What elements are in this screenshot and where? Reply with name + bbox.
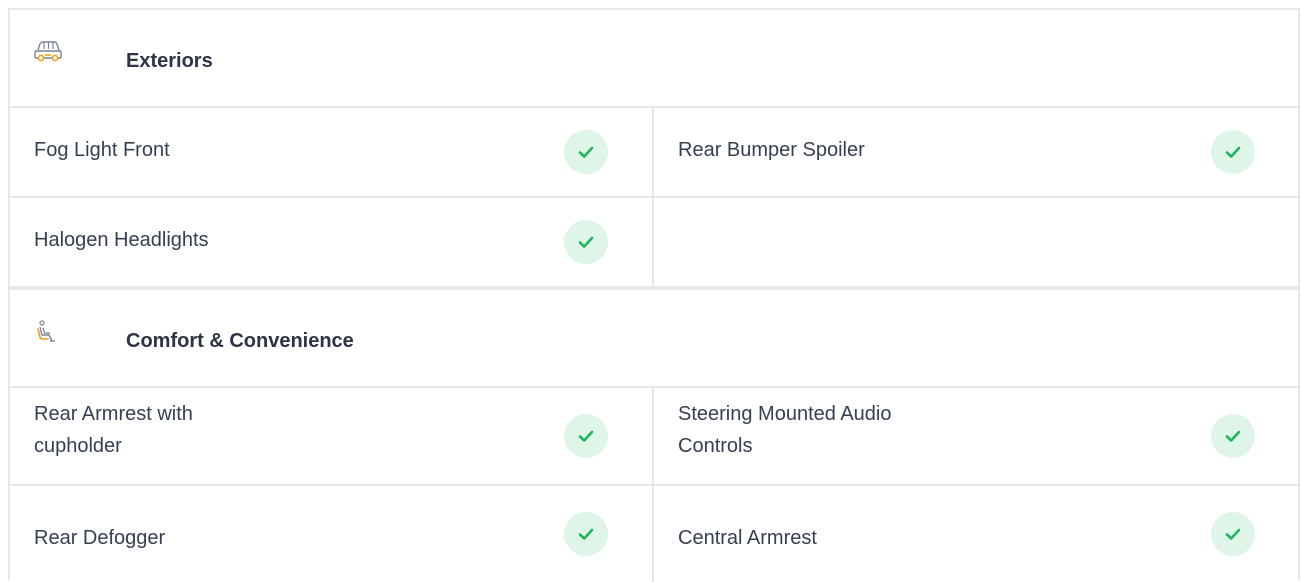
feature-label: Rear Armrest with cupholder xyxy=(34,403,193,457)
check-icon xyxy=(1211,414,1255,458)
check-icon xyxy=(564,512,608,556)
feature-item: Rear Armrest with cupholder xyxy=(10,388,652,484)
section-title: Comfort & Convenience xyxy=(126,330,354,352)
check-icon xyxy=(1211,130,1255,174)
car-seat-icon xyxy=(34,320,62,344)
column-divider xyxy=(652,386,654,582)
feature-item: Fog Light Front xyxy=(10,108,652,196)
check-icon xyxy=(564,414,608,458)
feature-item: Halogen Headlights xyxy=(10,198,652,286)
check-icon xyxy=(1211,512,1255,556)
check-icon xyxy=(564,220,608,264)
feature-label: Central Armrest xyxy=(678,527,817,549)
feature-label: Halogen Headlights xyxy=(34,229,209,251)
feature-item: Central Armrest xyxy=(654,486,1298,582)
feature-item: Rear Bumper Spoiler xyxy=(654,108,1298,196)
column-divider xyxy=(652,106,654,290)
feature-label: Steering Mounted Audio Controls xyxy=(678,403,892,457)
section-header-exteriors[interactable]: Exteriors xyxy=(10,10,1298,106)
car-exterior-icon xyxy=(34,40,62,64)
feature-label: Fog Light Front xyxy=(34,139,170,161)
feature-label: Rear Defogger xyxy=(34,527,166,549)
section-title: Exteriors xyxy=(126,50,213,72)
section-header-comfort[interactable]: Comfort & Convenience xyxy=(10,290,1298,386)
check-icon xyxy=(564,130,608,174)
feature-item: Steering Mounted Audio Controls xyxy=(654,388,1298,484)
feature-label: Rear Bumper Spoiler xyxy=(678,139,865,161)
features-table: Exteriors Fog Light Front Rear Bumper Sp… xyxy=(8,8,1300,582)
feature-item: Rear Defogger xyxy=(10,486,652,582)
